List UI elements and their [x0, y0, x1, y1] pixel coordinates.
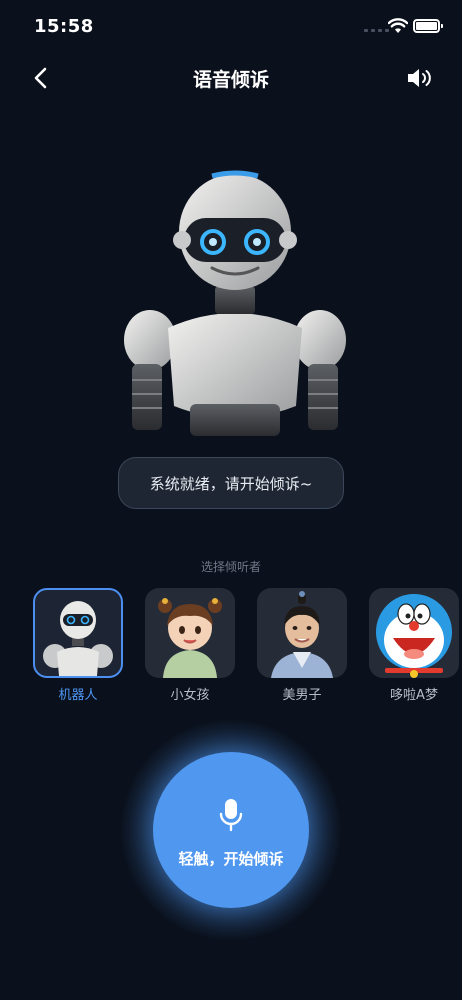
status-message: 系统就绪，请开始倾诉~ [118, 457, 344, 509]
listener-option-robot[interactable]: 机器人 [33, 588, 123, 703]
listener-selector: 机器人 小女孩 美男子 哆啦A梦 [0, 588, 462, 708]
cellular-signal-icon [364, 29, 389, 32]
little-girl-avatar [158, 598, 222, 678]
page-title: 语音倾诉 [192, 69, 269, 91]
handsome-man-avatar [271, 591, 333, 678]
doraemon-avatar [376, 594, 452, 678]
listener-label: 哆啦A梦 [390, 688, 438, 703]
listener-label: 机器人 [58, 688, 98, 703]
listener-option-handsome-man[interactable]: 美男子 [257, 588, 347, 703]
start-talk-label: 轻触，开始倾诉 [178, 850, 284, 868]
robot-avatar [43, 601, 113, 676]
listener-option-little-girl[interactable]: 小女孩 [145, 588, 235, 703]
wifi-icon [388, 18, 408, 33]
battery-icon [413, 19, 443, 33]
status-bar: 15:58 [0, 0, 462, 56]
speaker-icon[interactable] [404, 64, 434, 92]
listener-card[interactable] [145, 588, 235, 678]
status-time: 15:58 [34, 16, 94, 37]
listener-card[interactable] [33, 588, 123, 678]
listener-section-label: 选择倾听者 [200, 560, 261, 574]
listener-option-doraemon[interactable]: 哆啦A梦 [369, 588, 459, 703]
listener-label: 小女孩 [170, 688, 210, 703]
nav-bar: 语音倾诉 [0, 56, 462, 100]
listener-card[interactable] [257, 588, 347, 678]
listener-label: 美男子 [282, 688, 322, 703]
robot-avatar-large [124, 170, 346, 436]
start-talk-button[interactable]: 轻触，开始倾诉 [153, 752, 309, 908]
listener-card[interactable] [369, 588, 459, 678]
microphone-icon [219, 799, 243, 832]
